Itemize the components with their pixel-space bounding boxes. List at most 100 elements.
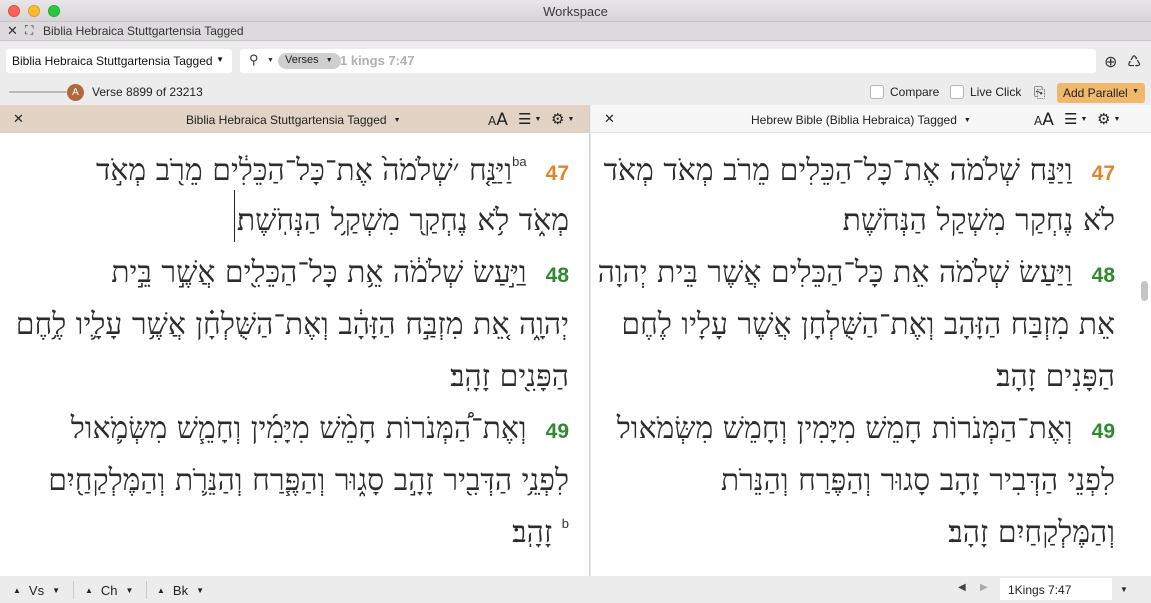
verse-number[interactable]: 49	[1092, 420, 1115, 443]
gear-icon[interactable]: ⚙ ▼	[1097, 110, 1120, 128]
left-pane-title[interactable]: Biblia Hebraica Stuttgartensia Tagged ▼	[186, 113, 401, 127]
verse-number[interactable]: 48	[1092, 264, 1115, 287]
text-line: וְהַמֶּלְקַחַיִם זָהָב׃	[948, 515, 1115, 550]
line-text: הַפָּנִים זָהָב׃	[996, 359, 1115, 394]
scrollbar-thumb[interactable]	[1141, 281, 1148, 301]
text-line: לִפְנֵי הַדְּבִיר זָהָב סָגוּר וְהַפֶּרַ…	[721, 463, 1115, 498]
reference-input[interactable]: 1Kings 7:47	[1000, 578, 1112, 600]
down-triangle-icon[interactable]: ▼	[196, 586, 204, 595]
resource-dropdown[interactable]: Biblia Hebraica Stuttgartensia Tagged ▼	[6, 49, 232, 73]
divider	[73, 581, 74, 599]
left-pane-header: ✕ Biblia Hebraica Stuttgartensia Tagged ▼…	[0, 105, 589, 133]
line-text: וְהַמֶּלְקַחַיִם זָהָב׃	[948, 515, 1115, 550]
left-pane-text[interactable]: 47 baוַיַּנַּ֤ח ׳שְׁלֹמֹה֙ אֶת־כָּל־הַכֵ…	[0, 133, 589, 576]
toolbar: Biblia Hebraica Stuttgartensia Tagged ▼ …	[0, 41, 1151, 81]
verse-bar: A Verse 8899 of 23213 Compare Live Click…	[0, 81, 1151, 105]
up-triangle-icon[interactable]: ▲	[157, 586, 165, 595]
verse-slider-knob[interactable]: A	[67, 84, 84, 101]
verse-number[interactable]: 47	[1092, 162, 1115, 185]
checkbox-box[interactable]	[950, 85, 964, 99]
text-line: מְאֹ֑ד לֹ֥א נֶחְקַ֖ר מִשְׁקַ֥ל הַנְּחֹֽש…	[237, 203, 569, 238]
gear-icon[interactable]: ⚙ ▼	[551, 110, 574, 128]
line-text: וַיַּעַשׂ שְׁלֹמֹה אֵת כָּל־הַכֵּלִים אֲ…	[597, 255, 1073, 290]
search-scope-label: Verses	[285, 54, 319, 66]
note-marker[interactable]: b	[562, 516, 569, 531]
divider	[146, 581, 147, 599]
line-text: לִפְנֵי הַדְּבִיר זָהָב סָגוּר וְהַפֶּרַ…	[720, 463, 1115, 498]
back-arrow-icon[interactable]: ◀	[958, 582, 966, 593]
live-click-checkbox[interactable]: Live Click	[950, 85, 1021, 99]
resource-dropdown-label: Biblia Hebraica Stuttgartensia Tagged	[12, 54, 213, 68]
verse-number[interactable]: 49	[546, 420, 569, 443]
right-resource-pane: ✕ Hebrew Bible (Biblia Hebraica) Tagged ▼…	[591, 105, 1151, 576]
compare-label: Compare	[890, 85, 940, 99]
line-text: זָהָֽב׃	[512, 515, 553, 550]
line-text: יְהוָ֑ה אֵ֚ת מִזְבַּ֣ח הַזָּהָ֔ב וְאֶת־ה…	[15, 307, 569, 342]
recycle-icon[interactable]: ♺	[1127, 52, 1141, 72]
list-options-icon[interactable]: ☰ ▼	[1064, 110, 1087, 128]
font-size-icon[interactable]: AA	[488, 110, 508, 130]
add-parallel-button[interactable]: Add Parallel ▼	[1057, 83, 1145, 103]
text-line: הַפָּנִ֖ים זָהָֽב׃	[450, 359, 569, 394]
chevron-down-icon: ▼	[325, 57, 333, 64]
left-resource-pane: ✕ Biblia Hebraica Stuttgartensia Tagged ▼…	[0, 105, 590, 576]
search-icon[interactable]: ⚲	[249, 52, 259, 68]
text-line: 47 וַיַּנַּח שְׁלֹמֹה אֶת־כָּל־הַכֵּלִים…	[604, 153, 1115, 188]
up-triangle-icon[interactable]: ▲	[13, 586, 21, 595]
forward-arrow-icon[interactable]: ▶	[980, 582, 988, 593]
text-line: הַפָּנִים זָהָב׃	[996, 359, 1115, 394]
chevron-down-icon: ▼	[216, 55, 224, 64]
chapter-nav-label: Ch	[100, 583, 118, 598]
compare-checkbox[interactable]: Compare	[870, 85, 939, 99]
chapter-nav[interactable]: ▲ Ch ▼	[85, 583, 133, 598]
close-pane-icon[interactable]: ✕	[13, 111, 24, 127]
title-bar: Workspace	[0, 0, 1151, 22]
text-cursor	[234, 190, 235, 242]
line-text: לִפְנֵ֥י הַדְּבִ֖יר זָהָ֣ב סָג֑וּר וְהַפ…	[48, 463, 569, 498]
add-circle-icon[interactable]: ⊕	[1104, 52, 1117, 72]
close-pane-icon[interactable]: ✕	[604, 111, 615, 127]
down-triangle-icon[interactable]: ▼	[52, 586, 60, 595]
tab-bar: ✕ ⛶ Biblia Hebraica Stuttgartensia Tagge…	[0, 22, 1151, 41]
app-window: Workspace ✕ ⛶ Biblia Hebraica Stuttgarte…	[0, 0, 1151, 603]
search-options-caret-icon[interactable]: ▼	[267, 57, 274, 64]
expand-icon[interactable]: ⛶	[25, 23, 33, 38]
tab-title[interactable]: Biblia Hebraica Stuttgartensia Tagged	[43, 24, 244, 38]
book-nav-label: Bk	[172, 583, 189, 598]
right-pane-text[interactable]: 47 וַיַּנַּח שְׁלֹמֹה אֶת־כָּל־הַכֵּלִים…	[591, 133, 1151, 576]
live-click-label: Live Click	[970, 85, 1022, 99]
document-icon[interactable]: ⎘	[1034, 84, 1045, 101]
line-text: הַפָּנִ֖ים זָהָֽב׃	[450, 359, 569, 394]
chevron-down-icon: ▼	[1132, 88, 1139, 95]
verse-slider-track[interactable]	[9, 91, 67, 93]
right-pane-title[interactable]: Hebrew Bible (Biblia Hebraica) Tagged ▼	[751, 113, 971, 127]
list-options-icon[interactable]: ☰ ▼	[518, 110, 541, 128]
note-marker[interactable]: ba	[512, 154, 526, 169]
text-line: b זָהָֽב׃	[512, 515, 569, 550]
verse-number[interactable]: 48	[546, 264, 569, 287]
close-tab-icon[interactable]: ✕	[7, 23, 18, 39]
verse-nav[interactable]: ▲ Vs ▼	[13, 583, 60, 598]
up-triangle-icon[interactable]: ▲	[85, 586, 93, 595]
line-text: וַיַּנַּח שְׁלֹמֹה אֶת־כָּל־הַכֵּלִים מֵ…	[603, 153, 1073, 188]
add-parallel-label: Add Parallel	[1063, 86, 1128, 100]
right-pane-header: ✕ Hebrew Bible (Biblia Hebraica) Tagged ▼…	[591, 105, 1151, 133]
bottom-navigation-bar: ▲ Vs ▼ ▲ Ch ▼ ▲ Bk ▼ ◀ ▶ 1Kings 7:47 ▼	[0, 576, 1151, 603]
search-field[interactable]: ⚲ ▼ Verses ▼ 1 kings 7:47	[240, 49, 1096, 73]
book-nav[interactable]: ▲ Bk ▼	[157, 583, 204, 598]
verse-count: Verse 8899 of 23213	[92, 85, 203, 99]
text-line: 48 וַיַּעַשׂ שְׁלֹמֹה אֵת כָּל־הַכֵּלִים…	[598, 255, 1115, 290]
line-text: וַיַּנַּ֤ח ׳שְׁלֹמֹה֙ אֶת־כָּל־הַכֵּלִ֔י…	[95, 153, 513, 188]
verse-number[interactable]: 47	[546, 162, 569, 185]
font-size-icon[interactable]: AA	[1034, 110, 1054, 130]
down-triangle-icon[interactable]: ▼	[126, 586, 134, 595]
chevron-down-icon[interactable]: ▼	[1120, 585, 1128, 594]
search-scope-chip[interactable]: Verses ▼	[278, 53, 341, 69]
chevron-down-icon: ▼	[963, 117, 971, 124]
line-text: מְאֹ֑ד לֹ֥א נֶחְקַ֖ר מִשְׁקַ֥ל הַנְּחֹֽש…	[236, 203, 569, 238]
search-input[interactable]: 1 kings 7:47	[340, 53, 414, 68]
line-text: וְאֶת־הַ֠מְּנֹרוֹת חָמֵ֨שׁ מִיָּמִ֜ין וְ…	[70, 411, 527, 446]
line-text: וְאֶת־הַמְּנֹרוֹת חָמֵשׁ מִיָּמִין וְחָמ…	[616, 411, 1073, 446]
checkbox-box[interactable]	[870, 85, 884, 99]
text-line: 48 וַיַּ֣עַשׂ שְׁלֹמֹ֔ה אֵ֥ת כָּל־הַכֵּל…	[111, 255, 569, 290]
